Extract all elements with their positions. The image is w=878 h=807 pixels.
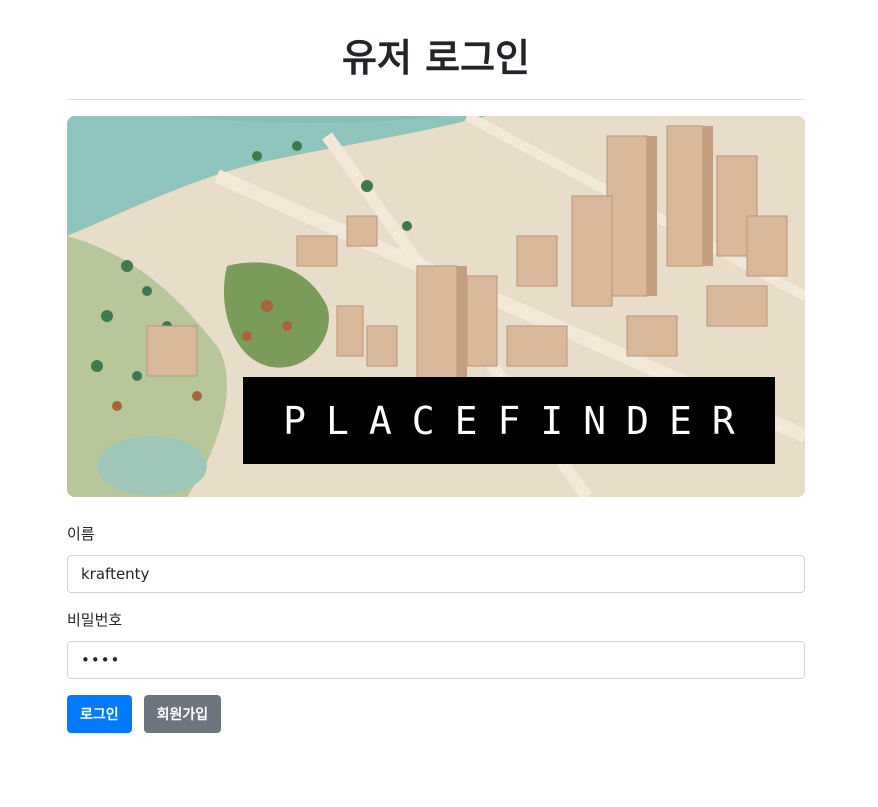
title-divider: [67, 99, 805, 100]
password-label: 비밀번호: [67, 611, 123, 629]
username-input[interactable]: [67, 555, 805, 593]
password-input[interactable]: [67, 641, 805, 679]
login-container: 유저 로그인 PLACEFINDER 이름 kraftenty 비밀번호 •••…: [67, 0, 805, 733]
signup-button[interactable]: 회원가입: [143, 695, 222, 733]
brand-logo-box: PLACEFINDER: [243, 377, 775, 464]
password-group: 비밀번호: [67, 611, 805, 679]
username-group: 이름: [67, 525, 805, 593]
page-title: 유저 로그인: [341, 36, 531, 80]
form-actions: 로그인 회원가입: [67, 695, 805, 733]
brand-logo-text: PLACEFINDER: [283, 398, 755, 443]
login-button[interactable]: 로그인: [67, 695, 132, 733]
banner-image: PLACEFINDER: [67, 116, 805, 497]
username-label: 이름: [67, 525, 95, 543]
